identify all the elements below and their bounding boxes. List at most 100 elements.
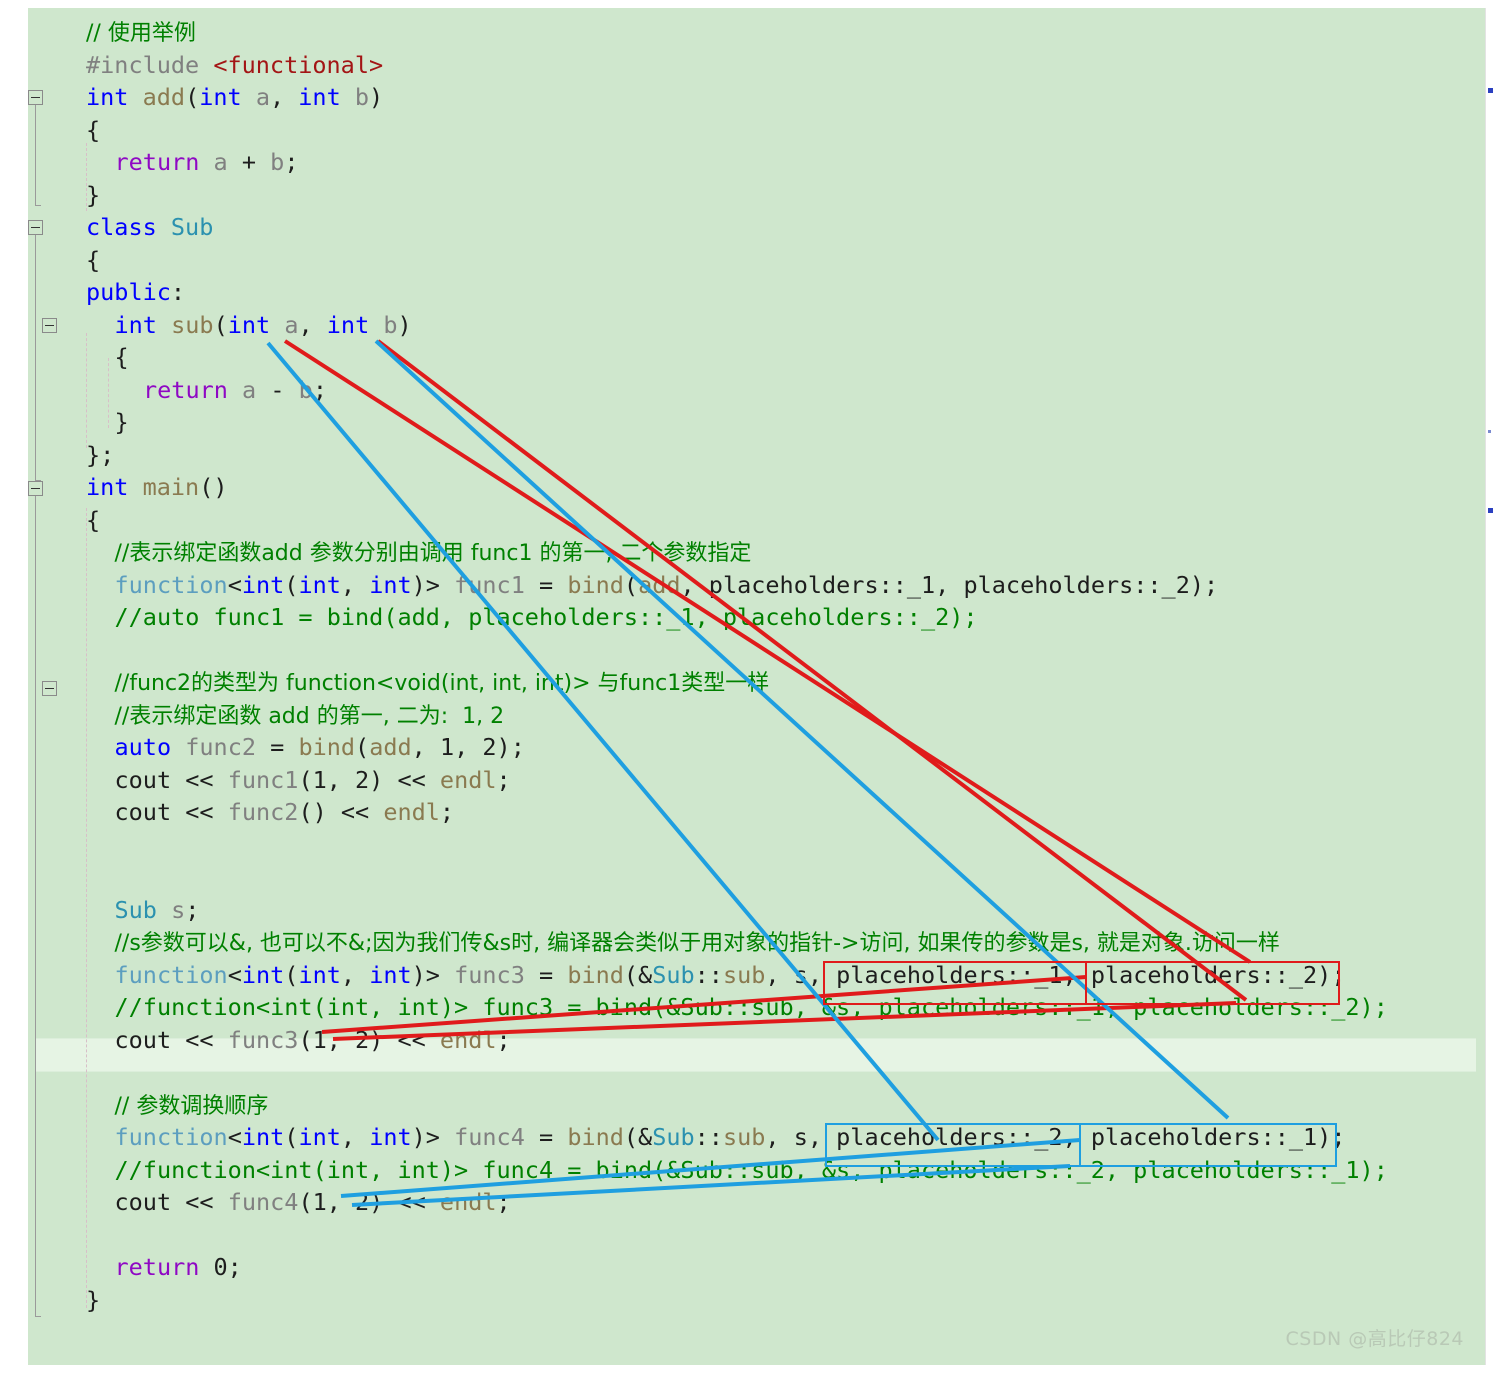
code-line[interactable]: //func2的类型为 function<void(int, int, int)… xyxy=(64,666,770,699)
code-token: , xyxy=(340,570,370,599)
code-token: func1 xyxy=(454,570,525,599)
code-line[interactable]: //表示绑定函数 add 的第一, 二为: 1, 2 xyxy=(64,699,505,732)
code-line[interactable]: #include <functional> xyxy=(64,49,383,82)
code-line[interactable]: //s参数可以&, 也可以不&;因为我们传&s时, 编译器会类似于用对象的指针-… xyxy=(64,926,1280,959)
fold-toggle-icon[interactable] xyxy=(28,90,43,105)
code-line[interactable]: { xyxy=(64,504,100,537)
code-line[interactable] xyxy=(64,861,115,894)
code-token: :: xyxy=(694,1123,723,1151)
code-line[interactable] xyxy=(64,1219,115,1252)
code-token: add xyxy=(369,733,412,761)
code-line[interactable]: { xyxy=(64,244,100,277)
code-token: } xyxy=(86,180,101,209)
code-token: cout xyxy=(114,1188,172,1216)
code-token: Sub xyxy=(652,1123,695,1151)
fold-gutter[interactable] xyxy=(28,8,64,1365)
fold-toggle-icon[interactable] xyxy=(28,220,43,235)
fold-range-end xyxy=(35,205,41,206)
code-token: , s, placeholders::_1, placeholders::_2)… xyxy=(765,960,1346,989)
code-line[interactable] xyxy=(64,829,115,862)
fold-toggle-icon[interactable] xyxy=(28,481,43,496)
code-line[interactable]: } xyxy=(64,1284,100,1317)
scrollbar-marker[interactable] xyxy=(1488,88,1493,93)
code-token: , 1, 2); xyxy=(411,733,525,761)
code-token: //表示绑定函数add 参数分别由调用 func1 的第一, 二个参数指定 xyxy=(114,541,752,566)
indent-guide xyxy=(86,333,87,448)
code-token: ( xyxy=(213,310,228,339)
code-token: func2 xyxy=(227,798,299,826)
code-line[interactable]: }; xyxy=(64,439,114,472)
code-token: ; xyxy=(312,375,327,404)
code-token: return xyxy=(143,375,228,404)
code-token: { xyxy=(86,115,101,144)
code-line[interactable]: return a + b; xyxy=(64,146,299,179)
fold-toggle-icon[interactable] xyxy=(42,681,57,696)
code-line[interactable]: return 0; xyxy=(64,1251,242,1284)
scrollbar-marker[interactable] xyxy=(1488,508,1493,513)
code-token: { xyxy=(114,343,129,371)
code-line[interactable]: function<int(int, int)> func3 = bind(&Su… xyxy=(64,959,1346,992)
code-line[interactable]: return a - b; xyxy=(64,374,327,407)
code-line[interactable]: auto func2 = bind(add, 1, 2); xyxy=(64,731,525,764)
code-line[interactable]: // 参数调换顺序 xyxy=(64,1089,269,1122)
code-token: )> xyxy=(411,570,455,599)
csdn-watermark: CSDN @高比仔824 xyxy=(1285,1328,1464,1350)
code-line[interactable]: cout << func3(1, 2) << endl; xyxy=(64,1024,511,1057)
code-token: func4 xyxy=(454,1123,525,1151)
code-line[interactable]: Sub s; xyxy=(64,894,200,927)
code-token: (1, 2) << xyxy=(298,1188,440,1216)
vertical-scrollbar[interactable] xyxy=(1485,8,1495,1365)
code-token: + xyxy=(227,148,271,176)
code-token: int xyxy=(298,1123,341,1151)
code-line[interactable]: class Sub xyxy=(64,211,213,244)
code-token: (1, 2) << xyxy=(298,765,440,794)
code-token: int xyxy=(241,1123,285,1151)
code-token: int xyxy=(241,570,285,599)
code-line[interactable]: { xyxy=(64,114,100,147)
code-token: ( xyxy=(284,1123,299,1151)
code-line[interactable] xyxy=(64,634,115,667)
code-token: //表示绑定函数 add 的第一, 二为: 1, 2 xyxy=(114,703,505,729)
code-token: //function<int(int, int)> func3 = bind(&… xyxy=(114,993,1388,1021)
code-line[interactable]: cout << func4(1, 2) << endl; xyxy=(64,1186,511,1219)
code-token: b xyxy=(270,148,285,176)
code-token: = xyxy=(524,960,568,989)
code-line[interactable]: //表示绑定函数add 参数分别由调用 func1 的第一, 二个参数指定 xyxy=(64,536,752,569)
code-line[interactable]: function<int(int, int)> func1 = bind(add… xyxy=(64,569,1219,602)
code-token: ; xyxy=(284,148,299,176)
code-line[interactable] xyxy=(64,1056,115,1089)
code-token: func2 xyxy=(185,733,256,761)
code-token: //s参数可以&, 也可以不&;因为我们传&s时, 编译器会类似于用对象的指针-… xyxy=(114,931,1280,956)
scrollbar-marker[interactable] xyxy=(1488,430,1491,433)
code-line[interactable]: // 使用举例 xyxy=(64,16,196,49)
code-token: sub xyxy=(171,310,214,339)
fold-toggle-icon[interactable] xyxy=(42,318,57,333)
code-token: < xyxy=(227,1123,242,1151)
code-token: )> xyxy=(411,1123,455,1151)
code-line[interactable]: //function<int(int, int)> func4 = bind(&… xyxy=(64,1154,1388,1187)
code-token: class xyxy=(86,213,157,241)
code-line[interactable]: //function<int(int, int)> func3 = bind(&… xyxy=(64,991,1388,1024)
code-line[interactable]: { xyxy=(64,341,129,374)
code-line[interactable]: cout << func1(1, 2) << endl; xyxy=(64,764,511,797)
code-token: Sub xyxy=(114,895,157,924)
code-token: endl xyxy=(439,765,497,794)
code-line[interactable]: public: xyxy=(64,276,185,309)
code-editor[interactable]: // 使用举例 #include <functional> int add(int … xyxy=(28,8,1486,1365)
code-token: < xyxy=(227,570,242,599)
code-token: , xyxy=(269,83,299,111)
code-line[interactable]: int add(int a, int b) xyxy=(64,81,383,114)
code-line[interactable]: //auto func1 = bind(add, placeholders::_… xyxy=(64,601,978,634)
code-line[interactable]: cout << func2() << endl; xyxy=(64,796,455,829)
code-line[interactable]: } xyxy=(64,406,129,439)
code-line[interactable]: } xyxy=(64,179,100,212)
code-token: (1, 2) << xyxy=(298,1025,440,1054)
code-line[interactable]: int sub(int a, int b) xyxy=(64,309,412,342)
code-line[interactable]: function<int(int, int)> func4 = bind(&Su… xyxy=(64,1121,1346,1154)
code-line[interactable]: int main() xyxy=(64,471,228,504)
